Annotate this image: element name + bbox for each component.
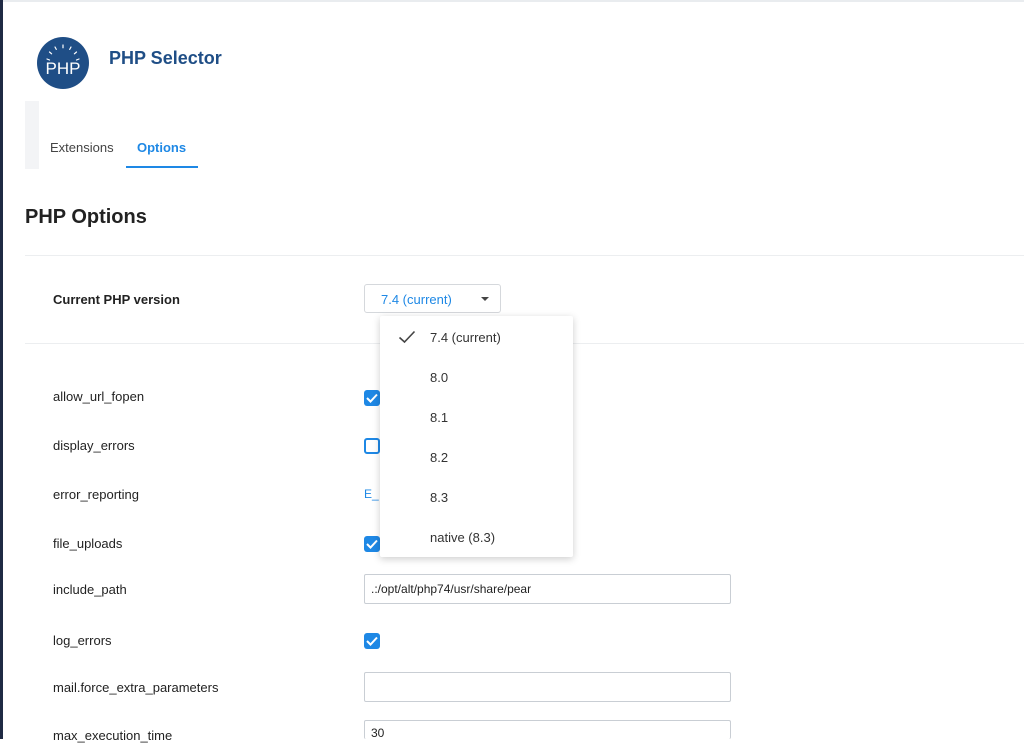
option-label-allow-url-fopen: allow_url_fopen xyxy=(53,389,145,404)
php-version-option-label: 8.1 xyxy=(430,410,449,425)
php-version-option[interactable]: 8.3 xyxy=(380,477,573,517)
mail-force-extra-parameters-input[interactable] xyxy=(364,672,731,702)
error-reporting-link[interactable]: E_ xyxy=(364,487,379,501)
php-version-option[interactable]: 8.2 xyxy=(380,437,573,477)
log-errors-checkbox[interactable] xyxy=(364,633,380,649)
display-errors-checkbox[interactable] xyxy=(364,438,380,454)
php-version-select[interactable]: 7.4 (current) xyxy=(364,284,501,313)
php-version-dropdown-menu: 7.4 (current) 8.0 8.1 8.2 8.3 native (8.… xyxy=(380,316,573,557)
option-label-display-errors: display_errors xyxy=(53,438,135,453)
tab-options[interactable]: Options xyxy=(137,140,186,155)
option-label-log-errors: log_errors xyxy=(53,633,112,648)
check-icon xyxy=(366,393,378,403)
top-divider xyxy=(3,0,1024,2)
active-tab-indicator xyxy=(126,166,198,168)
chevron-down-icon xyxy=(481,297,489,301)
option-label-error-reporting: error_reporting xyxy=(53,487,139,502)
option-label-max-execution-time: max_execution_time xyxy=(53,728,173,743)
option-label-file-uploads: file_uploads xyxy=(53,536,123,551)
max-execution-time-input[interactable] xyxy=(364,720,731,739)
option-label-mail-force-extra-parameters: mail.force_extra_parameters xyxy=(53,680,219,695)
php-version-option[interactable]: native (8.3) xyxy=(380,517,573,557)
allow-url-fopen-checkbox[interactable] xyxy=(364,390,380,406)
app-title: PHP Selector xyxy=(109,48,222,68)
php-version-option-label: 8.2 xyxy=(430,450,449,465)
section-title: PHP Options xyxy=(25,206,147,228)
check-icon xyxy=(398,330,416,344)
php-version-value: 7.4 (current) xyxy=(381,292,452,307)
tab-extensions[interactable]: Extensions xyxy=(50,140,114,155)
divider xyxy=(25,255,1024,256)
include-path-input[interactable] xyxy=(364,574,731,604)
php-version-option[interactable]: 8.0 xyxy=(380,357,573,397)
svg-text:PHP: PHP xyxy=(46,59,81,78)
window-left-edge xyxy=(0,0,3,739)
php-version-option-label: 8.0 xyxy=(430,370,449,385)
check-icon xyxy=(366,539,378,549)
option-label-include-path: include_path xyxy=(53,582,127,597)
php-version-option-label: 8.3 xyxy=(430,490,449,505)
php-version-option[interactable]: 8.1 xyxy=(380,397,573,437)
php-version-label: Current PHP version xyxy=(53,292,180,307)
php-logo-icon: PHP xyxy=(37,37,89,89)
php-version-option-label: 7.4 (current) xyxy=(430,330,501,345)
file-uploads-checkbox[interactable] xyxy=(364,536,380,552)
php-version-option[interactable]: 7.4 (current) xyxy=(380,317,573,357)
check-icon xyxy=(366,636,378,646)
tab-bar-accent xyxy=(25,101,39,169)
php-version-option-label: native (8.3) xyxy=(430,530,496,545)
